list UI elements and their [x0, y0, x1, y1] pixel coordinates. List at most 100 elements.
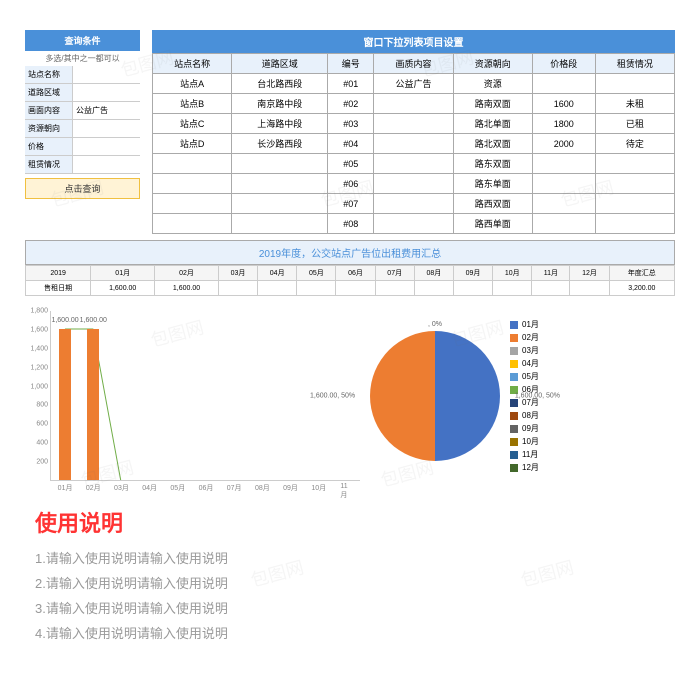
table-cell[interactable]: 台北路西段 — [232, 74, 328, 94]
table-cell[interactable] — [374, 214, 453, 234]
table-cell[interactable]: 路东双面 — [453, 154, 532, 174]
table-cell[interactable]: 上海路中段 — [232, 114, 328, 134]
table-cell[interactable] — [153, 194, 232, 214]
legend-label: 10月 — [522, 436, 539, 447]
table-cell[interactable] — [374, 134, 453, 154]
table-cell[interactable]: #03 — [328, 114, 374, 134]
instruction-line: 3.请输入使用说明请输入使用说明 — [35, 598, 675, 617]
month-value — [375, 281, 414, 296]
month-header: 年度汇总 — [609, 266, 674, 281]
table-cell[interactable]: #01 — [328, 74, 374, 94]
table-cell[interactable] — [532, 194, 595, 214]
table-cell[interactable] — [232, 194, 328, 214]
search-row-value[interactable] — [73, 138, 140, 155]
table-cell[interactable]: 路西双面 — [453, 194, 532, 214]
table-cell[interactable]: #02 — [328, 94, 374, 114]
y-tick: 1,000 — [30, 383, 51, 390]
month-header: 01月 — [91, 266, 155, 281]
table-cell[interactable]: 路北双面 — [453, 134, 532, 154]
table-cell[interactable] — [232, 214, 328, 234]
table-cell[interactable]: #07 — [328, 194, 374, 214]
table-cell[interactable]: 站点D — [153, 134, 232, 154]
table-cell[interactable] — [532, 74, 595, 94]
table-cell[interactable]: 资源 — [453, 74, 532, 94]
search-row-value[interactable]: 公益广告 — [73, 102, 140, 119]
table-cell[interactable] — [595, 174, 674, 194]
legend-label: 01月 — [522, 319, 539, 330]
y-tick: 1,800 — [30, 308, 51, 315]
table-cell[interactable]: 待定 — [595, 134, 674, 154]
month-header: 06月 — [336, 266, 375, 281]
table-cell[interactable] — [374, 154, 453, 174]
y-tick: 400 — [36, 440, 51, 447]
legend-item: 08月 — [510, 410, 539, 421]
table-cell[interactable]: 站点B — [153, 94, 232, 114]
pie-slice-label-1: 1,600.00, 50% — [310, 393, 355, 400]
x-tick: 06月 — [199, 480, 214, 493]
table-cell[interactable] — [374, 114, 453, 134]
month-header: 05月 — [297, 266, 336, 281]
row-label: 售租日期 — [26, 281, 91, 296]
table-cell[interactable] — [153, 174, 232, 194]
x-tick: 05月 — [170, 480, 185, 493]
table-cell[interactable] — [595, 194, 674, 214]
table-cell[interactable]: 1600 — [532, 94, 595, 114]
legend-label: 02月 — [522, 332, 539, 343]
table-cell[interactable]: #05 — [328, 154, 374, 174]
legend-label: 11月 — [522, 449, 538, 460]
search-hint: 多选/其中之一都可以 — [25, 51, 140, 66]
table-cell[interactable] — [532, 154, 595, 174]
y-tick: 1,600 — [30, 326, 51, 333]
table-cell[interactable] — [374, 94, 453, 114]
table-cell[interactable]: #04 — [328, 134, 374, 154]
table-cell[interactable]: 1800 — [532, 114, 595, 134]
table-cell[interactable] — [532, 214, 595, 234]
table-cell[interactable] — [374, 194, 453, 214]
table-cell[interactable] — [232, 154, 328, 174]
legend-item: 09月 — [510, 423, 539, 434]
table-cell[interactable]: 未租 — [595, 94, 674, 114]
table-cell[interactable]: 公益广告 — [374, 74, 453, 94]
table-cell[interactable]: 站点C — [153, 114, 232, 134]
month-value: 1,600.00 — [155, 281, 219, 296]
month-value — [218, 281, 257, 296]
table-cell[interactable] — [595, 74, 674, 94]
legend-label: 08月 — [522, 410, 539, 421]
legend-label: 05月 — [522, 371, 539, 382]
table-cell[interactable]: 2000 — [532, 134, 595, 154]
table-cell[interactable]: #08 — [328, 214, 374, 234]
month-value: 1,600.00 — [91, 281, 155, 296]
table-cell[interactable]: 路北单面 — [453, 114, 532, 134]
search-row-value[interactable] — [73, 66, 140, 83]
table-cell[interactable] — [374, 174, 453, 194]
table-cell[interactable]: 路东单面 — [453, 174, 532, 194]
table-cell[interactable]: 站点A — [153, 74, 232, 94]
search-button[interactable]: 点击查询 — [25, 178, 140, 199]
table-cell[interactable]: 南京路中段 — [232, 94, 328, 114]
search-row-value[interactable] — [73, 120, 140, 137]
table-cell[interactable]: 路西单面 — [453, 214, 532, 234]
pie-zero-label: , 0% — [428, 321, 442, 328]
table-cell[interactable]: 已租 — [595, 114, 674, 134]
table-cell[interactable]: 长沙路西段 — [232, 134, 328, 154]
table-row: 站点C上海路中段#03 路北单面1800已租 — [153, 114, 675, 134]
x-tick: 08月 — [255, 480, 270, 493]
table-cell[interactable] — [532, 174, 595, 194]
x-tick: 02月 — [86, 480, 101, 493]
table-cell[interactable] — [232, 174, 328, 194]
table-row: 站点D长沙路西段#04 路北双面2000待定 — [153, 134, 675, 154]
main-table: 窗口下拉列表项目设置 站点名称道路区域编号画质内容资源朝向价格段租赁情况站点A台… — [152, 30, 675, 234]
search-row: 价格 — [25, 138, 140, 156]
search-row-value[interactable] — [73, 84, 140, 101]
table-cell[interactable] — [595, 154, 674, 174]
table-cell[interactable]: 路南双面 — [453, 94, 532, 114]
month-value — [532, 281, 570, 296]
table-cell[interactable] — [595, 214, 674, 234]
monthly-table: 201901月02月03月04月05月06月07月08月09月10月11月12月… — [25, 265, 675, 296]
x-tick: 09月 — [283, 480, 298, 493]
legend-label: 12月 — [522, 462, 539, 473]
search-row-value[interactable] — [73, 156, 140, 173]
table-cell[interactable] — [153, 154, 232, 174]
table-cell[interactable] — [153, 214, 232, 234]
table-cell[interactable]: #06 — [328, 174, 374, 194]
